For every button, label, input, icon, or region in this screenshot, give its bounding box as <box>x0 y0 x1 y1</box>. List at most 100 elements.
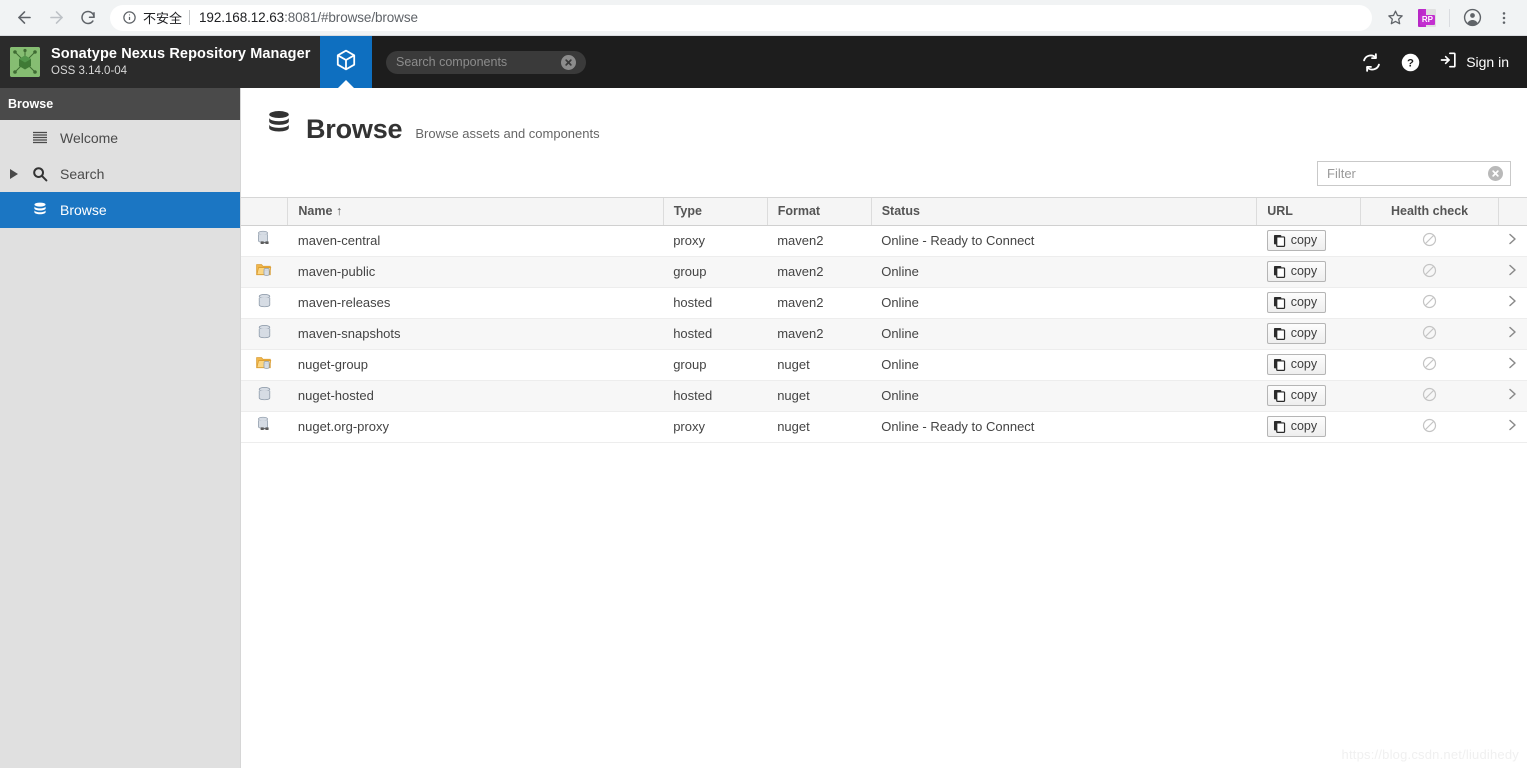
cell-health-check <box>1360 225 1499 257</box>
column-header-health-check[interactable]: Health check <box>1360 198 1499 226</box>
row-expand-chevron[interactable] <box>1498 225 1527 257</box>
filter-row: Filter <box>241 143 1527 186</box>
column-header-url[interactable]: URL <box>1256 198 1362 226</box>
info-circle-icon[interactable] <box>122 10 137 25</box>
column-header-format[interactable]: Format <box>767 198 872 226</box>
prohibited-circle-icon <box>1422 294 1437 309</box>
page-subtitle: Browse assets and components <box>415 126 600 141</box>
filter-input[interactable]: Filter <box>1317 161 1511 186</box>
sign-in-button[interactable]: Sign in <box>1439 50 1509 75</box>
help-circle-icon[interactable]: ? <box>1400 52 1421 73</box>
sidebar-item-welcome[interactable]: Welcome <box>0 120 240 156</box>
prohibited-circle-icon <box>1422 418 1437 433</box>
omnibox-divider <box>189 10 191 25</box>
cell-name: nuget.org-proxy <box>287 411 664 443</box>
sidebar-item-label: Browse <box>60 202 107 218</box>
page-title: Browse <box>306 114 403 144</box>
column-header-name[interactable]: Name ↑ <box>287 198 664 226</box>
prohibited-circle-icon <box>1422 356 1437 371</box>
clear-circle-icon[interactable] <box>561 54 576 70</box>
cell-type: group <box>663 256 768 288</box>
row-expand-chevron[interactable] <box>1498 380 1527 412</box>
chevron-right-icon <box>1508 295 1517 310</box>
cube-icon <box>334 48 358 77</box>
table-row[interactable]: nuget.org-proxy proxy nuget Online - Ready … <box>241 411 1527 443</box>
column-header-chevron <box>1498 198 1527 226</box>
column-header-status[interactable]: Status <box>871 198 1258 226</box>
table-row[interactable]: maven-snapshots hosted maven2 Online copy <box>241 318 1527 350</box>
page-header: Browse Browse assets and components <box>241 88 1527 143</box>
forward-arrow-icon[interactable] <box>40 2 72 34</box>
svg-text:?: ? <box>1407 57 1414 69</box>
security-label: 不安全 <box>143 11 183 26</box>
copy-label: copy <box>1290 325 1318 340</box>
cell-type: hosted <box>663 380 768 412</box>
browser-toolbar-actions: RP <box>1380 3 1519 33</box>
cell-format: maven2 <box>767 225 872 257</box>
product-title: Sonatype Nexus Repository Manager <box>51 45 311 62</box>
cell-status: Online <box>871 256 1257 288</box>
repo-hosted-icon <box>241 318 288 350</box>
table-header: Name ↑ Type Format Status URL Health che… <box>241 198 1527 226</box>
copy-url-button[interactable]: copy <box>1266 384 1327 407</box>
table-row[interactable]: maven-public group maven2 Online copy <box>241 256 1527 288</box>
star-icon[interactable] <box>1380 3 1410 33</box>
sort-asc-icon: ↑ <box>335 204 343 219</box>
cell-status: Online <box>871 349 1257 381</box>
copy-url-button[interactable]: copy <box>1266 291 1327 314</box>
address-bar[interactable]: 不安全 192.168.12.63:8081/#browse/browse <box>110 4 1372 31</box>
back-arrow-icon[interactable] <box>8 2 40 34</box>
sidebar-item-search[interactable]: Search <box>0 156 240 192</box>
copy-label: copy <box>1290 294 1318 309</box>
chevron-right-icon <box>1508 264 1517 279</box>
copy-url-button[interactable]: copy <box>1266 322 1327 345</box>
row-expand-chevron[interactable] <box>1498 411 1527 443</box>
tab-browse-cube[interactable] <box>320 36 372 88</box>
row-expand-chevron[interactable] <box>1498 287 1527 319</box>
chevron-right-icon <box>1508 388 1517 403</box>
chevron-right-icon <box>1508 419 1517 434</box>
chevron-right-icon[interactable] <box>8 169 20 179</box>
table-row[interactable]: nuget-group group nuget Online copy <box>241 349 1527 381</box>
clear-circle-icon[interactable] <box>1488 166 1503 181</box>
copy-url-button[interactable]: copy <box>1266 415 1327 438</box>
copy-url-button[interactable]: copy <box>1266 229 1327 252</box>
copy-label: copy <box>1290 356 1318 371</box>
repo-hosted-icon <box>241 287 288 319</box>
sidebar-item-browse[interactable]: Browse <box>0 192 240 228</box>
magnifier-icon <box>29 166 51 182</box>
three-dot-menu-icon[interactable] <box>1489 3 1519 33</box>
table-row[interactable]: maven-releases hosted maven2 Online copy <box>241 287 1527 319</box>
cell-name: nuget-group <box>287 349 664 381</box>
copy-label: copy <box>1290 387 1318 402</box>
cell-name: maven-public <box>287 256 664 288</box>
copy-url-button[interactable]: copy <box>1266 260 1327 283</box>
avatar-icon[interactable] <box>1457 3 1487 33</box>
row-expand-chevron[interactable] <box>1498 318 1527 350</box>
refresh-icon[interactable] <box>1361 52 1382 73</box>
row-expand-chevron[interactable] <box>1498 349 1527 381</box>
reload-icon[interactable] <box>72 2 104 34</box>
cell-health-check <box>1360 318 1499 350</box>
database-icon <box>265 110 293 143</box>
extension-rp-icon[interactable]: RP <box>1412 3 1442 33</box>
brand-block: Sonatype Nexus Repository Manager OSS 3.… <box>0 36 320 88</box>
copy-url-button[interactable]: copy <box>1266 353 1327 376</box>
column-header-type[interactable]: Type <box>663 198 768 226</box>
search-components-input[interactable]: Search components <box>386 50 586 74</box>
row-expand-chevron[interactable] <box>1498 256 1527 288</box>
table-row[interactable]: nuget-hosted hosted nuget Online copy <box>241 380 1527 412</box>
sign-in-icon <box>1439 50 1459 75</box>
cell-name: nuget-hosted <box>287 380 664 412</box>
sidebar: Browse Welcome Search Browse <box>0 88 240 768</box>
app-body: Browse Welcome Search Browse Browse Brow… <box>0 88 1527 768</box>
repo-proxy-icon <box>241 225 288 257</box>
table-row[interactable]: maven-central proxy maven2 Online - Ready t… <box>241 225 1527 257</box>
cell-format: nuget <box>767 411 872 443</box>
copy-label: copy <box>1290 263 1318 278</box>
cell-name: maven-snapshots <box>287 318 664 350</box>
repository-grid: Name ↑ Type Format Status URL Health che… <box>241 197 1527 443</box>
nexus-cube-logo <box>10 47 40 77</box>
cell-format: maven2 <box>767 287 872 319</box>
cell-status: Online <box>871 318 1257 350</box>
